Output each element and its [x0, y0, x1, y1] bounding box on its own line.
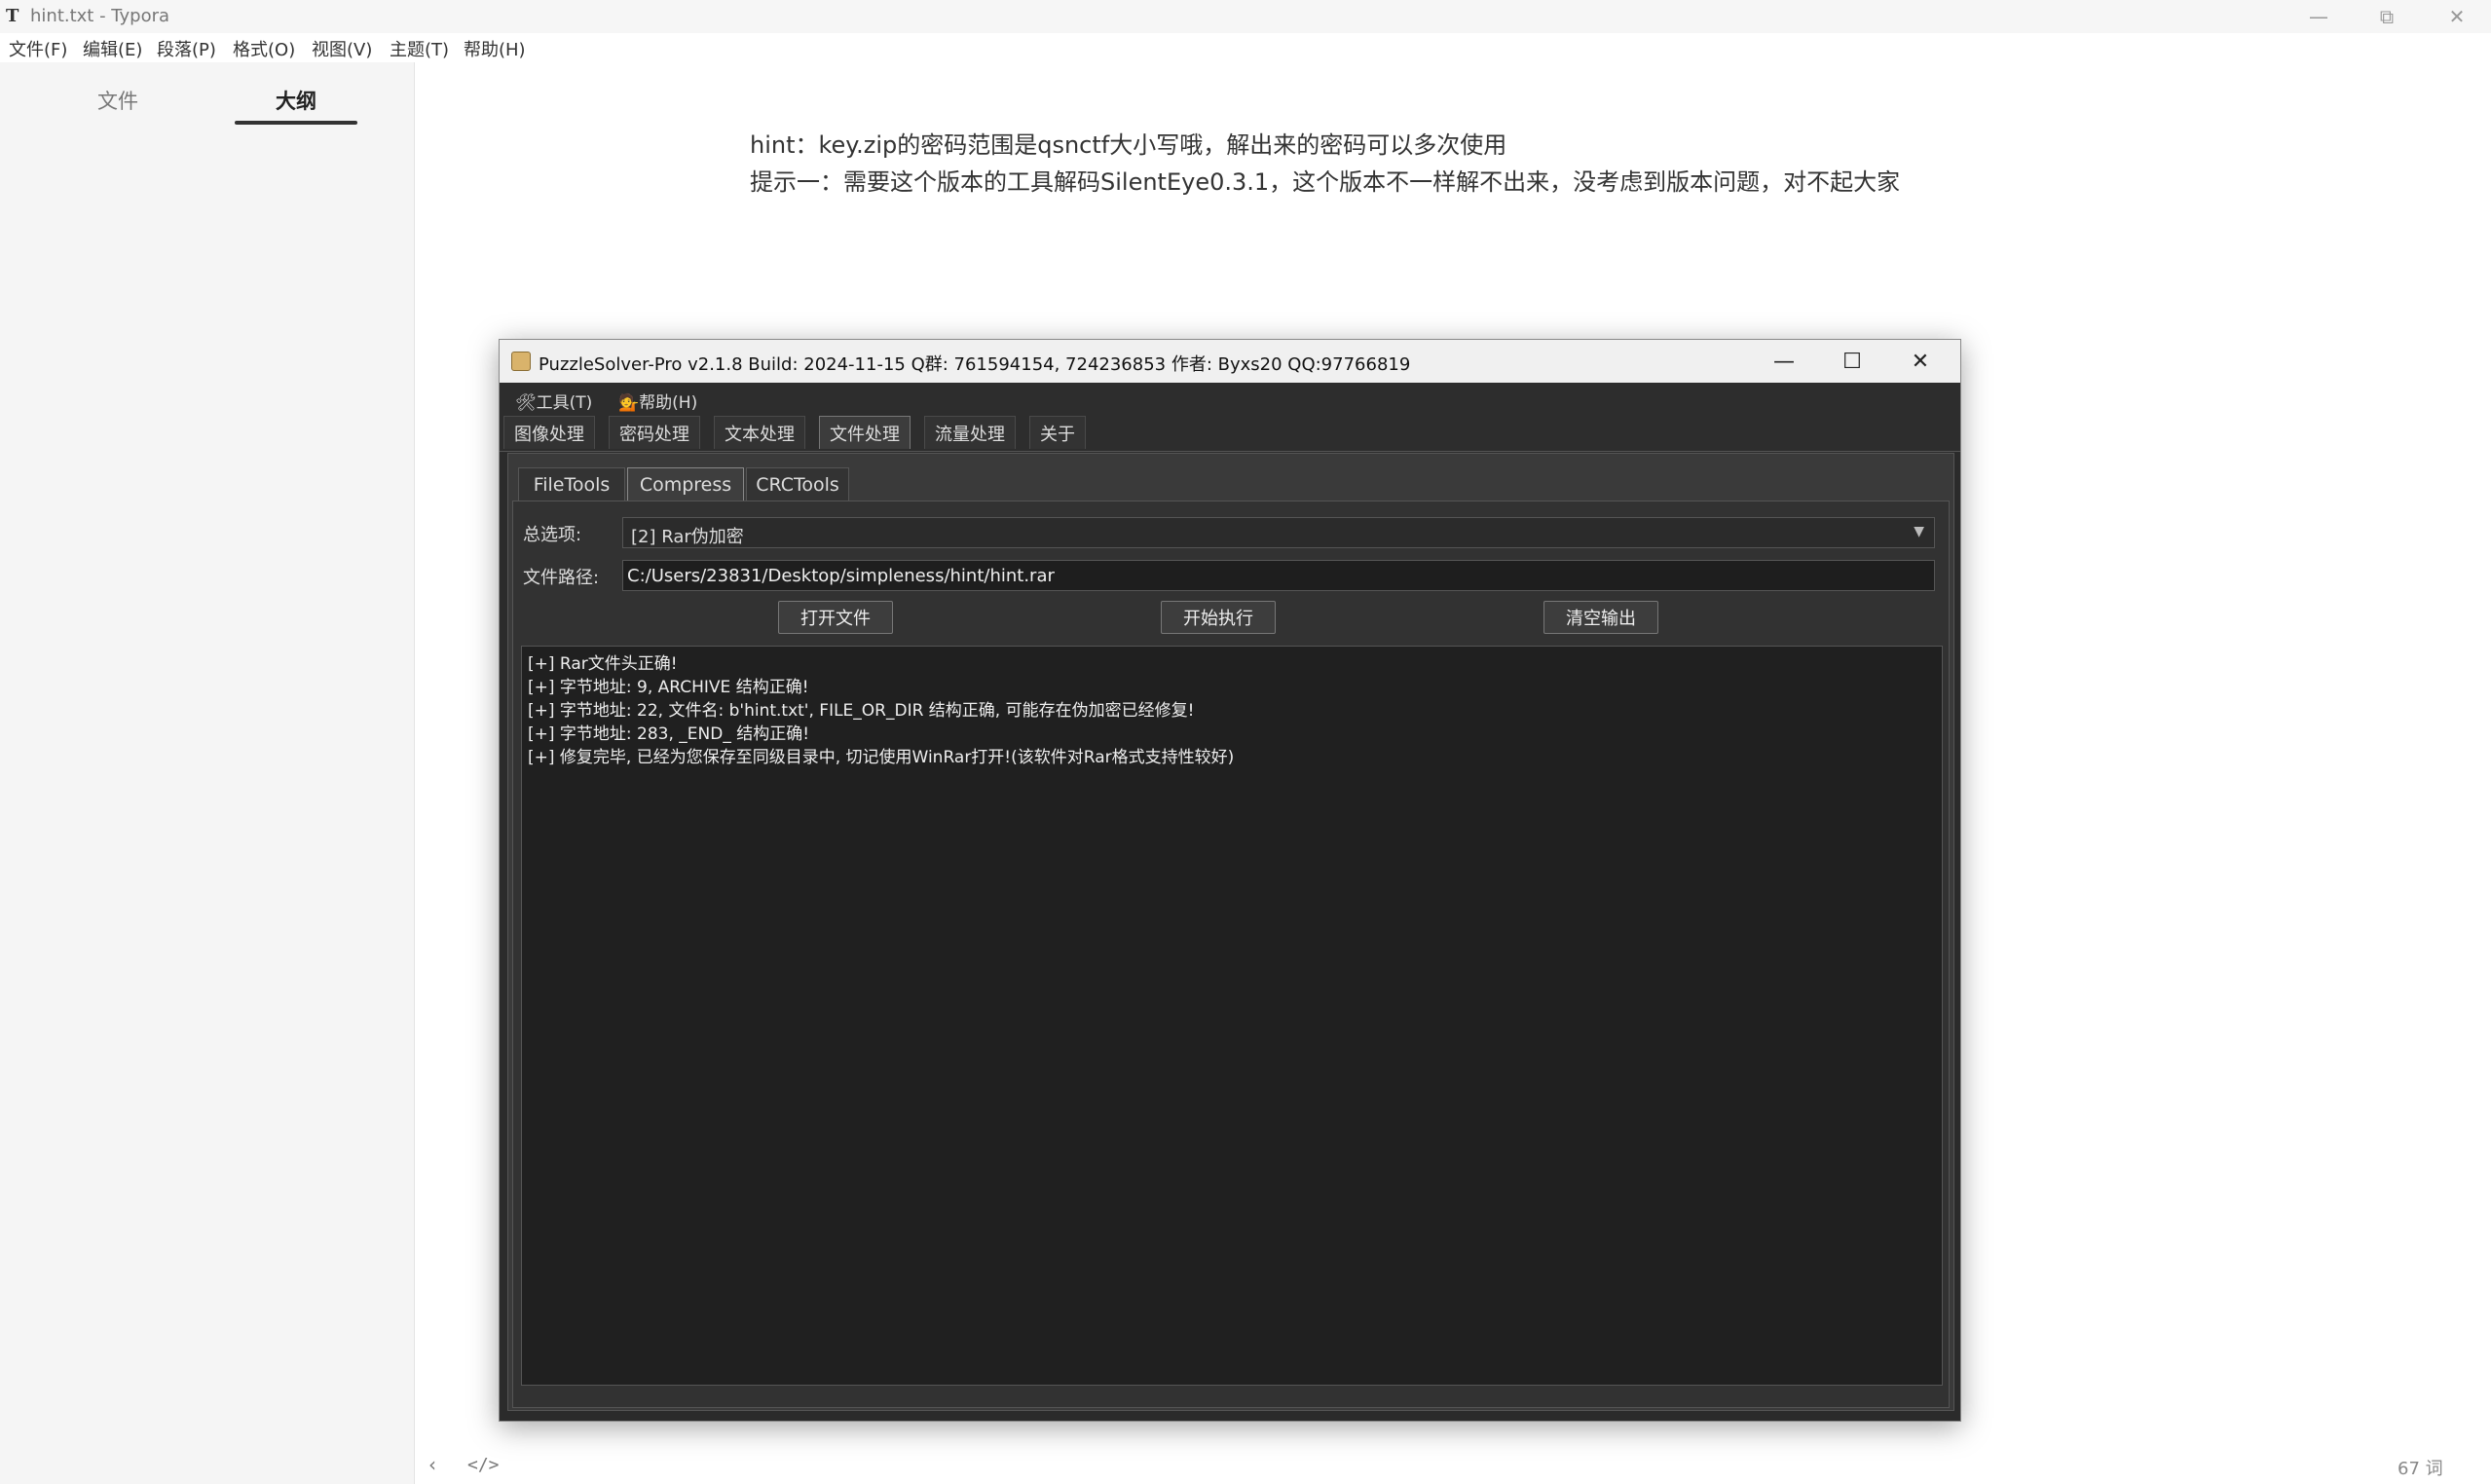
- menu-paragraph[interactable]: 段落(P): [157, 36, 216, 61]
- path-label: 文件路径:: [523, 568, 600, 588]
- puzzlesolver-title: PuzzleSolver-Pro v2.1.8 Build: 2024-11-1…: [539, 354, 1411, 375]
- close-button[interactable]: ✕: [2423, 0, 2491, 33]
- tab-files[interactable]: 文件: [97, 86, 138, 115]
- menu-format[interactable]: 格式(O): [233, 36, 295, 61]
- ps-menu-tools[interactable]: 🛠工具(T): [515, 389, 592, 413]
- menu-theme[interactable]: 主题(T): [390, 36, 449, 61]
- menu-file[interactable]: 文件(F): [9, 36, 67, 61]
- output-line: [+] Rar文件头正确!: [528, 654, 678, 674]
- clear-output-button[interactable]: 清空输出: [1543, 601, 1658, 634]
- compress-panel: 总选项: [2] Rar伪加密 ▼ 文件路径: C:/Users/23831/D…: [512, 501, 1950, 1408]
- sidebar: 文件 大纲: [0, 62, 415, 1484]
- tab-image-processing[interactable]: 图像处理: [503, 416, 595, 449]
- subtab-crctools[interactable]: CRCTools: [746, 467, 849, 501]
- typora-app-icon: T: [6, 6, 19, 26]
- output-line: [+] 字节地址: 283, _END_ 结构正确!: [528, 724, 810, 744]
- puzzlesolver-app-icon: [511, 352, 531, 371]
- tab-file-processing[interactable]: 文件处理: [819, 416, 911, 449]
- open-file-button[interactable]: 打开文件: [778, 601, 893, 634]
- option-select[interactable]: [2] Rar伪加密 ▼: [622, 517, 1935, 548]
- source-code-icon[interactable]: </>: [467, 1455, 500, 1475]
- editor-content[interactable]: hint：key.zip的密码范围是qsnctf大小写哦，解出来的密码可以多次使…: [750, 127, 1900, 201]
- ps-tab-bar: 图像处理 密码处理 文本处理 文件处理 流量处理 关于: [500, 414, 1960, 452]
- ps-close-button[interactable]: ✕: [1886, 340, 1954, 383]
- tab-outline[interactable]: 大纲: [276, 86, 316, 115]
- option-label: 总选项:: [523, 525, 582, 545]
- menu-help[interactable]: 帮助(H): [464, 36, 526, 61]
- menu-bar: 文件(F) 编辑(E) 段落(P) 格式(O) 视图(V) 主题(T) 帮助(H…: [0, 33, 2491, 62]
- output-line: [+] 字节地址: 22, 文件名: b'hint.txt', FILE_OR_…: [528, 701, 1195, 721]
- output-line: [+] 修复完毕, 已经为您保存至同级目录中, 切记使用WinRar打开!(该软…: [528, 748, 1235, 767]
- menu-edit[interactable]: 编辑(E): [83, 36, 142, 61]
- editor-line[interactable]: 提示一：需要这个版本的工具解码SilentEye0.3.1，这个版本不一样解不出…: [750, 164, 1900, 201]
- subtab-compress[interactable]: Compress: [627, 467, 744, 501]
- puzzlesolver-title-bar: PuzzleSolver-Pro v2.1.8 Build: 2024-11-1…: [500, 340, 1960, 383]
- back-icon[interactable]: ‹: [428, 1453, 436, 1476]
- ps-minimize-button[interactable]: —: [1750, 340, 1818, 383]
- title-bar: T hint.txt - Typora — ⧉ ✕: [0, 0, 2491, 33]
- menu-view[interactable]: 视图(V): [312, 36, 372, 61]
- puzzlesolver-window: PuzzleSolver-Pro v2.1.8 Build: 2024-11-1…: [499, 339, 1961, 1422]
- tab-password-processing[interactable]: 密码处理: [609, 416, 700, 449]
- ps-tab-panel: FileTools Compress CRCTools 总选项: [2] Rar…: [507, 453, 1954, 1411]
- ps-menu-help[interactable]: 💁帮助(H): [618, 389, 697, 413]
- active-tab-underline: [235, 121, 357, 125]
- start-execute-button[interactable]: 开始执行: [1161, 601, 1276, 634]
- word-count[interactable]: 67 词: [2398, 1455, 2443, 1480]
- subtab-filetools[interactable]: FileTools: [518, 467, 625, 501]
- tab-about[interactable]: 关于: [1029, 416, 1086, 449]
- minimize-button[interactable]: —: [2285, 0, 2353, 33]
- editor-line[interactable]: hint：key.zip的密码范围是qsnctf大小写哦，解出来的密码可以多次使…: [750, 127, 1900, 164]
- ps-maximize-button[interactable]: ☐: [1818, 340, 1886, 383]
- tab-traffic-processing[interactable]: 流量处理: [924, 416, 1016, 449]
- tab-text-processing[interactable]: 文本处理: [714, 416, 805, 449]
- option-select-value: [2] Rar伪加密: [631, 527, 744, 547]
- chevron-down-icon: ▼: [1914, 524, 1924, 539]
- output-textarea[interactable]: [+] Rar文件头正确! [+] 字节地址: 9, ARCHIVE 结构正确!…: [521, 646, 1943, 1386]
- output-line: [+] 字节地址: 9, ARCHIVE 结构正确!: [528, 678, 809, 697]
- ps-menu-bar: 🛠工具(T) 💁帮助(H): [500, 383, 1960, 414]
- restore-button[interactable]: ⧉: [2353, 0, 2421, 33]
- file-path-input[interactable]: C:/Users/23831/Desktop/simpleness/hint/h…: [622, 560, 1935, 591]
- window-title: hint.txt - Typora: [30, 6, 170, 26]
